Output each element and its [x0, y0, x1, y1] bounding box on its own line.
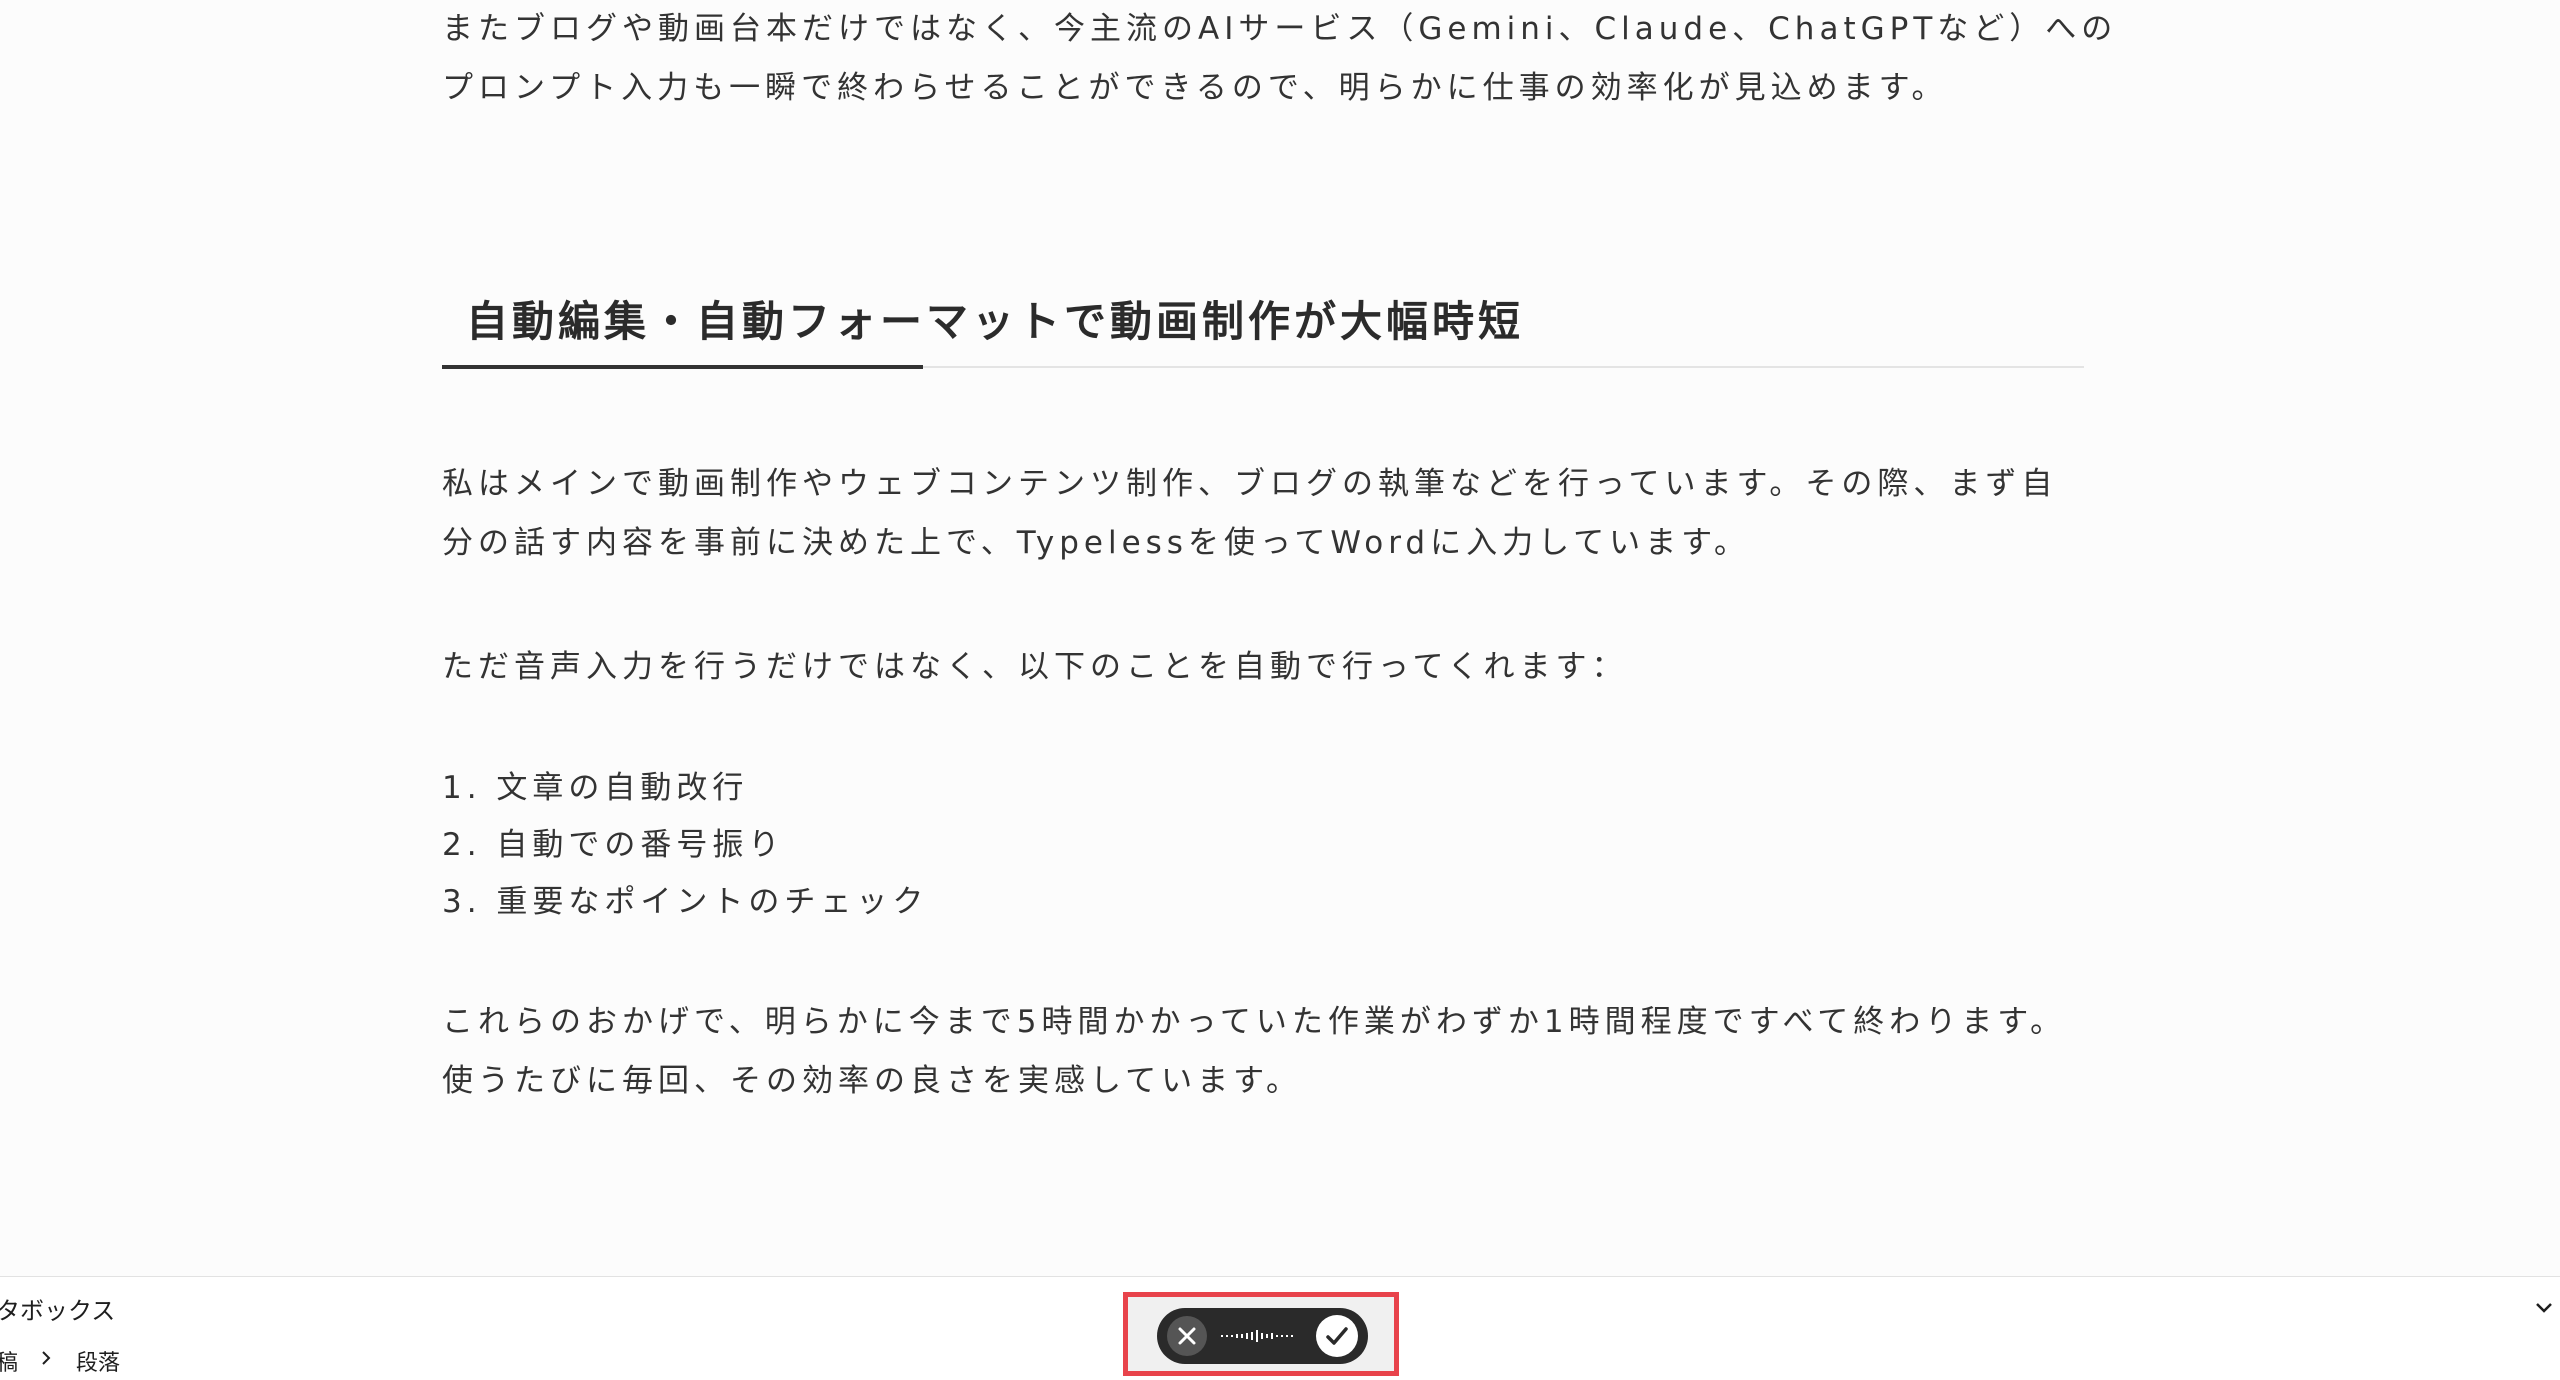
breadcrumb-item-document[interactable]: 稿	[0, 1345, 18, 1377]
list-item[interactable]: 3. 重要なポイントのチェック	[442, 874, 928, 931]
paragraph-1-line-2[interactable]: 分の話す内容を事前に決めた上で、Typelessを使ってWordに入力しています…	[442, 514, 1750, 573]
paragraph-3-line-2[interactable]: 使うたびに毎回、その効率の良さを実感しています。	[442, 1052, 1302, 1111]
close-icon	[1178, 1327, 1196, 1345]
editor-page: またブログや動画台本だけではなく、今主流のAIサービス（Gemini、Claud…	[0, 0, 2560, 1380]
section-heading[interactable]: 自動編集・自動フォーマットで動画制作が大幅時短	[466, 288, 1524, 349]
chevron-down-icon[interactable]	[2532, 1295, 2556, 1319]
paragraph-1-line-1[interactable]: 私はメインで動画制作やウェブコンテンツ制作、ブログの執筆などを行っています。その…	[442, 455, 2057, 514]
numbered-list[interactable]: 1. 文章の自動改行 2. 自動での番号振り 3. 重要なポイントのチェック	[442, 760, 928, 931]
cancel-recording-button[interactable]	[1167, 1316, 1207, 1356]
check-icon	[1326, 1327, 1348, 1345]
intro-paragraph-line-2[interactable]: プロンプト入力も一瞬で終わらせることができるので、明らかに仕事の効率化が見込めま…	[442, 59, 1948, 118]
intro-paragraph-line-1[interactable]: またブログや動画台本だけではなく、今主流のAIサービス（Gemini、Claud…	[442, 0, 2117, 59]
list-item[interactable]: 1. 文章の自動改行	[442, 760, 928, 817]
heading-accent-bar	[442, 365, 923, 369]
breadcrumb-item-paragraph[interactable]: 段落	[76, 1345, 120, 1377]
chevron-right-icon	[42, 1351, 51, 1365]
confirm-recording-button[interactable]	[1316, 1315, 1358, 1357]
meta-box-label: タボックス	[0, 1297, 116, 1325]
audio-waveform-icon	[1221, 1330, 1293, 1342]
list-item[interactable]: 2. 自動での番号振り	[442, 817, 928, 874]
paragraph-2[interactable]: ただ音声入力を行うだけではなく、以下のことを自動で行ってくれます：	[442, 638, 1628, 697]
voice-input-widget	[1157, 1308, 1368, 1364]
paragraph-3-line-1[interactable]: これらのおかげで、明らかに今まで5時間かかっていた作業がわずか1時間程度ですべて…	[442, 993, 2066, 1052]
section-heading-block[interactable]: 自動編集・自動フォーマットで動画制作が大幅時短	[442, 270, 2084, 370]
